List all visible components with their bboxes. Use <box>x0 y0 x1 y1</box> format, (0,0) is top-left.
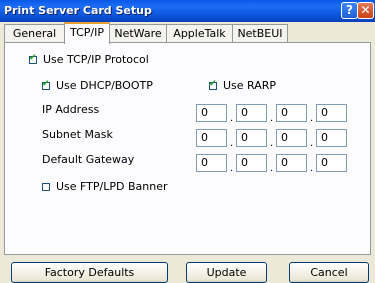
use-rarp-label: Use RARP <box>223 79 277 92</box>
gateway-octet-2[interactable]: 0 <box>236 154 267 172</box>
subnet-octet-4[interactable]: 0 <box>316 129 347 147</box>
octet-separator: . <box>270 163 274 174</box>
tab-appletalk[interactable]: AppleTalk <box>166 24 233 42</box>
cancel-button[interactable]: Cancel <box>289 262 369 283</box>
use-dhcp-checkbox[interactable] <box>42 79 50 90</box>
ip-address-label: IP Address <box>42 103 100 116</box>
ip-octet-1[interactable]: 0 <box>196 104 227 122</box>
ip-octet-3[interactable]: 0 <box>276 104 307 122</box>
use-tcpip-label: Use TCP/IP Protocol <box>43 53 149 66</box>
use-rarp-checkbox[interactable] <box>209 79 217 90</box>
subnet-mask-label: Subnet Mask <box>42 128 113 141</box>
help-button[interactable]: ? <box>341 2 358 19</box>
octet-separator: . <box>310 163 314 174</box>
update-button[interactable]: Update <box>186 262 267 283</box>
factory-defaults-button[interactable]: Factory Defaults <box>11 262 168 283</box>
close-icon: ✕ <box>360 3 371 17</box>
ftp-lpd-banner-label: Use FTP/LPD Banner <box>56 180 168 193</box>
tab-tcpip[interactable]: TCP/IP <box>64 22 110 44</box>
gateway-octet-3[interactable]: 0 <box>276 154 307 172</box>
octet-separator: . <box>310 113 314 124</box>
subnet-octet-2[interactable]: 0 <box>236 129 267 147</box>
tab-netbeui[interactable]: NetBEUI <box>232 24 288 42</box>
gateway-octet-4[interactable]: 0 <box>316 154 347 172</box>
octet-separator: . <box>230 113 234 124</box>
octet-separator: . <box>230 163 234 174</box>
tab-netware[interactable]: NetWare <box>109 24 167 42</box>
default-gateway-label: Default Gateway <box>42 153 135 166</box>
subnet-octet-1[interactable]: 0 <box>196 129 227 147</box>
ip-octet-2[interactable]: 0 <box>236 104 267 122</box>
tab-general[interactable]: General <box>4 24 65 42</box>
ip-octet-4[interactable]: 0 <box>316 104 347 122</box>
octet-separator: . <box>270 138 274 149</box>
close-button[interactable]: ✕ <box>357 2 374 19</box>
help-icon: ? <box>346 3 353 17</box>
subnet-octet-3[interactable]: 0 <box>276 129 307 147</box>
octet-separator: . <box>270 113 274 124</box>
tab-strip: General TCP/IP NetWare AppleTalk NetBEUI <box>4 22 371 44</box>
use-dhcp-label: Use DHCP/BOOTP <box>56 79 153 92</box>
use-tcpip-checkbox[interactable] <box>29 53 37 64</box>
title-bar: Print Server Card Setup ? ✕ <box>0 0 375 22</box>
window-title: Print Server Card Setup <box>4 4 152 17</box>
octet-separator: . <box>230 138 234 149</box>
tcpip-panel: Use TCP/IP Protocol Use DHCP/BOOTP Use R… <box>4 42 371 255</box>
ftp-lpd-banner-checkbox[interactable] <box>42 183 50 191</box>
octet-separator: . <box>310 138 314 149</box>
gateway-octet-1[interactable]: 0 <box>196 154 227 172</box>
